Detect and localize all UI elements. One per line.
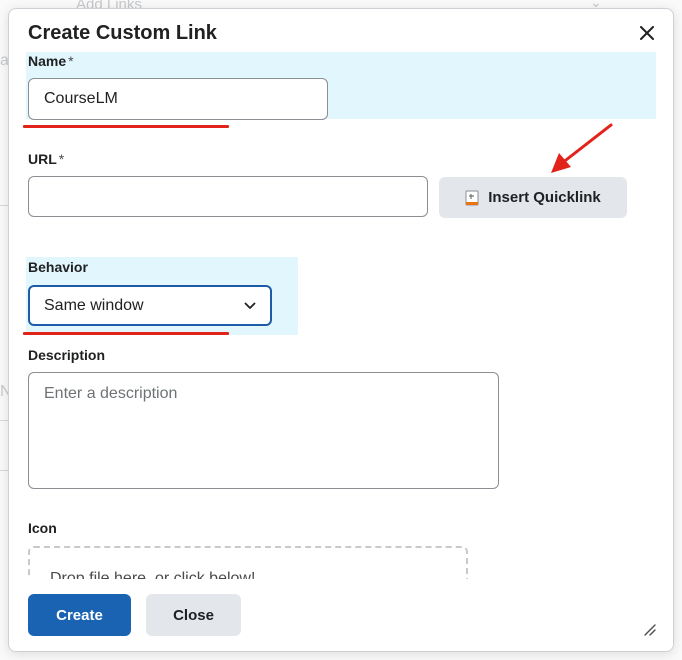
name-input[interactable]: CourseLM — [28, 78, 328, 120]
icon-label: Icon — [28, 520, 57, 536]
resize-handle-icon[interactable] — [641, 621, 657, 637]
dialog-title: Create Custom Link — [28, 22, 217, 44]
quicklink-icon — [465, 190, 479, 205]
behavior-select[interactable]: Same window — [28, 285, 272, 326]
behavior-label: Behavior — [28, 259, 88, 275]
description-textarea[interactable]: Enter a description — [28, 372, 499, 489]
name-label: Name * — [28, 53, 74, 69]
url-input[interactable] — [28, 176, 428, 217]
url-label: URL * — [28, 151, 65, 167]
description-label: Description — [28, 347, 106, 363]
dialog-footer: Create Close — [9, 579, 673, 651]
create-button[interactable]: Create — [28, 594, 131, 636]
chevron-down-icon — [244, 302, 256, 309]
close-icon — [640, 26, 654, 40]
behavior-selected-value: Same window — [44, 296, 144, 314]
annotation-underline — [23, 332, 229, 335]
insert-quicklink-label: Insert Quicklink — [488, 189, 601, 206]
create-custom-link-dialog: Create Custom Link Name * CourseLM URL * I… — [8, 8, 674, 652]
name-input-value: CourseLM — [44, 90, 118, 107]
annotation-underline — [23, 125, 229, 128]
annotation-arrow — [551, 123, 613, 173]
close-dialog-button[interactable] — [631, 19, 663, 47]
insert-quicklink-button[interactable]: Insert Quicklink — [439, 177, 627, 218]
description-placeholder: Enter a description — [44, 385, 178, 402]
close-button[interactable]: Close — [146, 594, 241, 636]
